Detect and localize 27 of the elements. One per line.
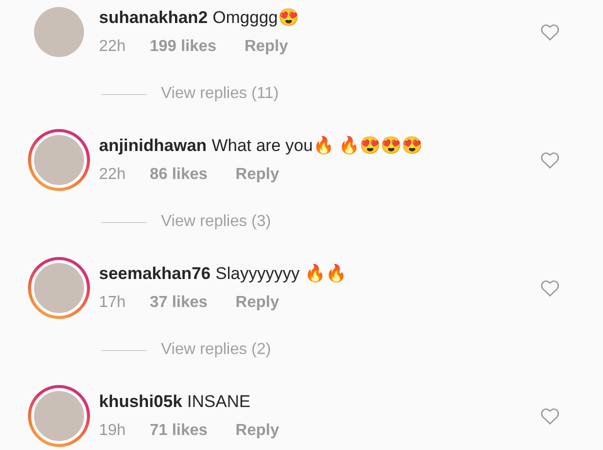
likes-count[interactable]: 71 likes [150,421,208,441]
likes-count[interactable]: 86 likes [150,165,208,185]
heart-icon[interactable] [540,279,560,297]
view-replies-link[interactable]: View replies (3) [161,210,271,234]
comment-time: 22h [99,165,126,185]
heart-icon[interactable] [540,151,560,169]
heart-icon[interactable] [540,407,560,425]
comment-time: 17h [99,293,126,313]
username[interactable]: anjinidhawan [99,135,207,157]
likes-count[interactable]: 37 likes [150,293,208,313]
comment-text: INSANE [187,391,250,413]
reply-link[interactable]: Reply [236,165,280,185]
username[interactable]: khushi05k [99,391,182,413]
comment-text: Omgggg😍 [212,7,299,29]
comment-text: What are you🔥 🔥😍😍😍 [212,135,423,157]
comment-time: 22h [99,37,126,57]
comment-time: 19h [99,421,126,441]
comment-text: Slayyyyyyy 🔥🔥 [216,263,346,285]
reply-link[interactable]: Reply [236,421,280,441]
view-replies-link[interactable]: View replies (11) [161,82,279,106]
reply-link[interactable]: Reply [244,37,288,57]
view-replies-link[interactable]: View replies (2) [161,338,271,362]
reply-link[interactable]: Reply [236,293,280,313]
username[interactable]: seemakhan76 [99,263,211,285]
username[interactable]: suhanakhan2 [99,7,208,29]
heart-icon[interactable] [540,23,560,41]
likes-count[interactable]: 199 likes [150,37,216,57]
